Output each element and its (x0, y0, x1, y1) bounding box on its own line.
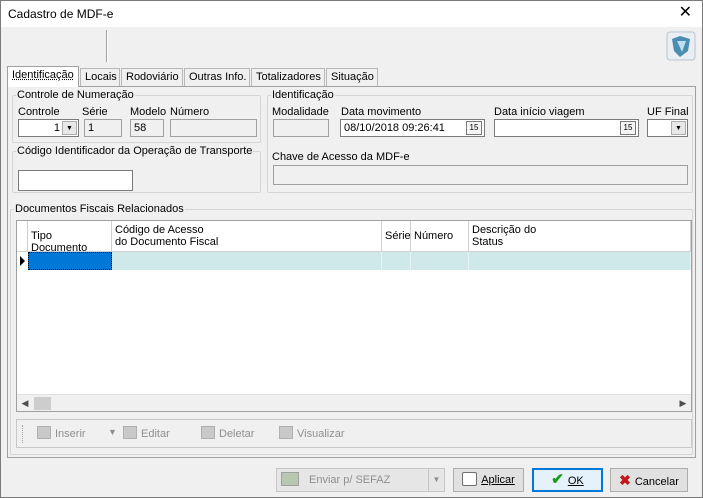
enviar-label: Enviar p/ SEFAZ (309, 474, 391, 486)
toolbar-separator (106, 30, 108, 62)
aplicar-label: Aplicar (481, 474, 515, 486)
cell-serie[interactable] (382, 252, 411, 270)
col-numero[interactable]: Número (411, 221, 469, 252)
enviar-sefaz-button[interactable]: Enviar p/ SEFAZ ▼ (276, 468, 445, 492)
modelo-label: Modelo (130, 106, 167, 118)
documentos-legend: Documentos Fiscais Relacionados (15, 203, 184, 215)
scroll-right-icon[interactable]: ▶ (676, 397, 690, 410)
mdfe-window: Cadastro de MDF-e ✕ Identificação Locais… (0, 0, 703, 498)
deletar-label: Deletar (219, 428, 255, 440)
chevron-down-icon[interactable]: ▼ (62, 121, 77, 135)
documentos-actionbar: Inserir ▼ Editar Deletar Visualizar (16, 419, 692, 448)
visualizar-label: Visualizar (297, 428, 345, 440)
modelo-field[interactable]: 58 (130, 119, 164, 137)
scroll-thumb[interactable] (34, 397, 51, 410)
app-logo-icon (666, 31, 696, 61)
aplicar-button[interactable]: Aplicar (453, 468, 524, 492)
col-descricao-status[interactable]: Descrição do Status (469, 221, 691, 252)
edit-icon (123, 426, 137, 439)
ciot-legend: Código Identificador da Operação de Tran… (17, 145, 253, 157)
data-movimento-field[interactable]: 08/10/2018 09:26:41 15 (340, 119, 485, 137)
insert-icon (37, 426, 51, 439)
numero-field[interactable] (170, 119, 257, 137)
ok-label: OK (567, 475, 584, 487)
serie-label: Série (82, 106, 108, 118)
tab-label: Totalizadores (256, 71, 321, 83)
view-icon (279, 426, 293, 439)
data-inicio-label: Data início viagem (494, 106, 585, 118)
grid-header: Tipo Documento Código de Acesso do Docum… (17, 221, 691, 254)
tab-totalizadores[interactable]: Totalizadores (251, 68, 325, 86)
chevron-down-icon[interactable]: ▼ (671, 121, 686, 135)
check-icon: ✔ (551, 471, 564, 488)
apply-icon (462, 472, 478, 486)
editar-label: Editar (141, 428, 170, 440)
modalidade-field[interactable] (273, 119, 329, 137)
serie-field[interactable]: 1 (84, 119, 122, 137)
tab-situacao[interactable]: Situação (326, 68, 378, 86)
data-movimento-value: 08/10/2018 09:26:41 (344, 122, 445, 134)
tab-locais[interactable]: Locais (80, 68, 120, 86)
editar-button[interactable]: Editar (123, 426, 170, 440)
numero-label: Número (170, 106, 210, 118)
close-icon[interactable]: ✕ (679, 4, 692, 22)
grid-corner (17, 221, 28, 252)
controle-combo[interactable]: 1 ▼ (18, 119, 79, 137)
cancelar-button[interactable]: ✖ Cancelar (610, 468, 688, 492)
controle-value: 1 (53, 122, 60, 134)
inserir-button[interactable]: Inserir (37, 426, 86, 440)
current-row-icon (20, 256, 25, 266)
numeracao-legend: Controle de Numeração (17, 89, 134, 101)
delete-icon (201, 426, 215, 439)
tab-label: Locais (85, 71, 117, 83)
deletar-button[interactable]: Deletar (201, 426, 254, 440)
send-icon (281, 472, 299, 486)
scroll-left-icon[interactable]: ◀ (18, 397, 32, 410)
cancelar-label: Cancelar (634, 476, 679, 488)
visualizar-button[interactable]: Visualizar (279, 426, 345, 440)
cell-tipo-documento[interactable] (28, 252, 112, 270)
ok-button[interactable]: ✔ OK (532, 468, 603, 492)
chave-field[interactable] (273, 165, 688, 185)
data-movimento-label: Data movimento (341, 106, 422, 118)
tab-outras-info[interactable]: Outras Info. (184, 68, 250, 86)
inserir-label: Inserir (55, 428, 86, 440)
col-codigo-acesso[interactable]: Código de Acesso do Documento Fiscal (112, 221, 382, 252)
identificacao-legend: Identificação (272, 89, 334, 101)
tab-label: Rodoviário (126, 71, 179, 83)
chevron-down-icon[interactable]: ▼ (428, 469, 444, 491)
tab-rodoviario[interactable]: Rodoviário (121, 68, 183, 86)
col-tipo-documento[interactable]: Tipo Documento (28, 221, 112, 254)
table-row[interactable] (17, 252, 691, 270)
cell-numero[interactable] (411, 252, 469, 270)
calendar-icon[interactable]: 15 (466, 121, 482, 135)
documentos-grid[interactable]: Tipo Documento Código de Acesso do Docum… (16, 220, 692, 412)
tab-label: Outras Info. (189, 71, 247, 83)
x-icon: ✖ (619, 472, 631, 488)
title-bar: Cadastro de MDF-e ✕ (1, 1, 702, 27)
uf-final-label: UF Final (647, 106, 689, 118)
cell-descricao-status[interactable] (469, 252, 691, 270)
col-serie[interactable]: Série (382, 221, 411, 252)
row-indicator (17, 252, 28, 270)
uf-final-combo[interactable]: ▼ (647, 119, 688, 137)
chevron-down-icon[interactable]: ▼ (108, 427, 117, 437)
tab-label: Situação (331, 71, 374, 83)
tab-identificacao[interactable]: Identificação (7, 66, 79, 87)
tab-label: Identificação (12, 69, 74, 81)
ciot-field[interactable] (18, 170, 133, 191)
toolbar (5, 28, 699, 64)
toolbar-grip (22, 425, 25, 443)
modalidade-label: Modalidade (272, 106, 329, 118)
data-inicio-field[interactable]: 15 (494, 119, 639, 137)
cell-codigo-acesso[interactable] (112, 252, 382, 270)
chave-label: Chave de Acesso da MDF-e (272, 151, 410, 163)
window-title: Cadastro de MDF-e (8, 7, 114, 21)
calendar-icon[interactable]: 15 (620, 121, 636, 135)
horizontal-scrollbar[interactable]: ◀ ▶ (17, 394, 691, 411)
controle-label: Controle (18, 106, 60, 118)
tab-page-identificacao: Controle de Numeração Controle 1 ▼ Série… (7, 86, 696, 458)
